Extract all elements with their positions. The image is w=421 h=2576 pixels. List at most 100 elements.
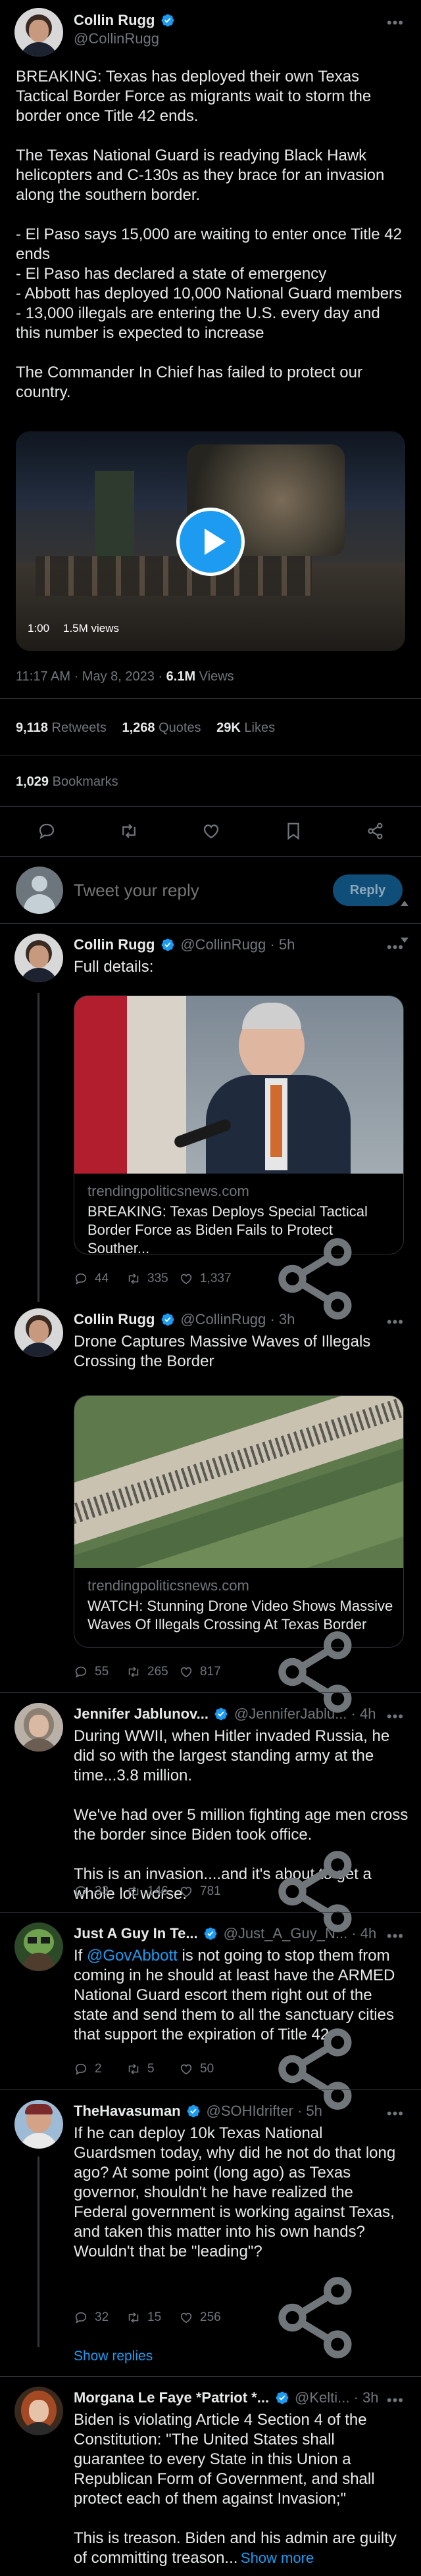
tweet-stats-row: 9,118 Retweets 1,268 Quotes 29K Likes (16, 721, 275, 736)
reply-author-handle[interactable]: @Just_A_Guy_N... · 4h (224, 1925, 377, 1942)
retweet-icon[interactable] (119, 821, 139, 841)
retweet-count: 15 (147, 2310, 162, 2324)
link-card[interactable]: trendingpoliticsnews.com WATCH: Stunning… (74, 1395, 404, 1648)
reply-author-handle[interactable]: @SOHIdrifter · 5h (207, 2103, 322, 2119)
retweets-count: 9,118 (16, 721, 48, 735)
video-duration: 1:00 (28, 622, 50, 634)
mention-link[interactable]: @GovAbbott (87, 1947, 178, 1965)
like-action[interactable]: 1,337 (179, 1272, 232, 1286)
reply-header: Collin Rugg @CollinRugg · 5h (74, 936, 295, 953)
like-count: 1,337 (200, 1272, 232, 1285)
reply-avatar[interactable] (14, 1703, 63, 1752)
reply-icon[interactable] (37, 821, 57, 841)
reply-header: Collin Rugg @CollinRugg · 3h (74, 1311, 295, 1328)
reply-avatar[interactable] (14, 1922, 63, 1971)
reply-author-name[interactable]: Just A Guy In Te... (74, 1925, 198, 1942)
more-options-icon[interactable]: ••• (387, 1708, 404, 1725)
reply-count: 44 (95, 1272, 109, 1285)
reply-author-handle[interactable]: @CollinRugg · 5h (180, 936, 295, 953)
like-icon[interactable] (201, 821, 221, 841)
link-card-domain: trendingpoliticsnews.com (87, 1183, 249, 1199)
like-icon (179, 2310, 193, 2325)
reply-action[interactable]: 32 (74, 2310, 126, 2325)
tweet-timestamp[interactable]: 11:17 AM · May 8, 2023 · (16, 669, 162, 684)
like-action[interactable]: 256 (179, 2310, 232, 2325)
reply-avatar[interactable] (14, 1308, 63, 1357)
reply-author-handle[interactable]: @Kelti... · 3h (295, 2389, 379, 2406)
reply-header: TheHavasuman @SOHIdrifter · 5h (74, 2103, 322, 2120)
reply-action-bar: 33 146 781 (74, 1880, 403, 1903)
quotes-stat[interactable]: 1,268 Quotes (122, 721, 201, 735)
likes-count: 29K (216, 721, 241, 735)
more-options-icon[interactable]: ••• (387, 939, 404, 956)
share-icon[interactable] (366, 821, 385, 841)
reply-count: 33 (95, 1884, 109, 1898)
reply-author-name[interactable]: Morgana Le Faye *Patriot *... (74, 2389, 269, 2406)
more-options-icon[interactable]: ••• (387, 1928, 404, 1945)
link-card[interactable]: trendingpoliticsnews.com BREAKING: Texas… (74, 995, 404, 1254)
like-count: 817 (200, 1665, 221, 1679)
like-action[interactable]: 817 (179, 1665, 232, 1679)
reply-input[interactable] (74, 877, 310, 903)
author-name[interactable]: Collin Rugg (74, 12, 155, 28)
show-more-link[interactable]: Show more (241, 2550, 314, 2566)
reply-author-name[interactable]: Jennifer Jablunov... (74, 1705, 209, 1722)
like-icon (179, 2062, 193, 2076)
tweet-video[interactable]: 1:00 1.5M views (16, 431, 405, 651)
scroll-up-icon[interactable] (401, 901, 409, 906)
tweet-view-count: 6.1M (166, 669, 196, 684)
tweet-views-label: Views (199, 669, 234, 684)
more-options-icon[interactable]: ••• (387, 2105, 404, 2122)
more-options-icon[interactable]: ••• (387, 1314, 404, 1331)
author-avatar[interactable] (14, 8, 63, 57)
reply-author-handle[interactable]: @JenniferJablu... · 4h (234, 1705, 376, 1722)
like-action[interactable]: 50 (179, 2062, 232, 2076)
reply-author-name[interactable]: TheHavasuman (74, 2103, 181, 2119)
reply-action[interactable]: 44 (74, 1272, 126, 1286)
bookmarks-stat[interactable]: 1,029 Bookmarks (16, 775, 118, 790)
retweets-stat[interactable]: 9,118 Retweets (16, 721, 107, 735)
retweet-action[interactable]: 15 (126, 2310, 179, 2325)
divider (0, 856, 421, 857)
retweet-action[interactable]: 5 (126, 2062, 179, 2076)
bookmark-icon[interactable] (284, 821, 303, 841)
reply-action-bar: 55 265 817 (74, 1661, 403, 1683)
retweet-count: 265 (147, 1665, 168, 1679)
reply-button[interactable]: Reply (333, 874, 403, 906)
more-options-icon[interactable]: ••• (387, 2392, 404, 2409)
like-action[interactable]: 781 (179, 1884, 232, 1899)
reply-action[interactable]: 2 (74, 2062, 126, 2076)
like-icon (179, 1665, 193, 1679)
retweet-action[interactable]: 335 (126, 1272, 179, 1286)
reply-icon (74, 1272, 88, 1286)
reply-count: 32 (95, 2310, 109, 2324)
likes-stat[interactable]: 29K Likes (216, 721, 275, 735)
reply-action[interactable]: 33 (74, 1884, 126, 1899)
current-user-avatar (16, 867, 63, 914)
retweet-icon (126, 2062, 141, 2076)
retweet-action[interactable]: 265 (126, 1665, 179, 1679)
retweet-action[interactable]: 146 (126, 1884, 179, 1899)
reply-author-handle[interactable]: @CollinRugg · 3h (180, 1311, 295, 1327)
reply-avatar[interactable] (14, 2100, 63, 2149)
reply-icon (74, 1884, 88, 1899)
author-handle[interactable]: @CollinRugg (74, 30, 159, 47)
verified-badge-icon (186, 2104, 201, 2118)
retweet-count: 335 (147, 1272, 168, 1285)
reply-text: Full details: (74, 958, 154, 976)
retweet-count: 146 (147, 1884, 168, 1898)
reply-action[interactable]: 55 (74, 1665, 126, 1679)
reply-icon (74, 1665, 88, 1679)
reply-author-name[interactable]: Collin Rugg (74, 1311, 155, 1327)
reply-avatar[interactable] (14, 2387, 63, 2435)
play-button[interactable] (176, 508, 245, 576)
thread-line (37, 2157, 39, 2347)
like-icon (179, 1884, 193, 1899)
link-card-image (74, 996, 403, 1174)
thread-line (37, 993, 39, 1302)
more-options-icon[interactable]: ••• (387, 14, 404, 32)
share-icon[interactable] (232, 2268, 403, 2367)
reply-author-name[interactable]: Collin Rugg (74, 936, 155, 953)
reply-avatar[interactable] (14, 934, 63, 982)
show-replies-link[interactable]: Show replies (74, 2349, 153, 2364)
